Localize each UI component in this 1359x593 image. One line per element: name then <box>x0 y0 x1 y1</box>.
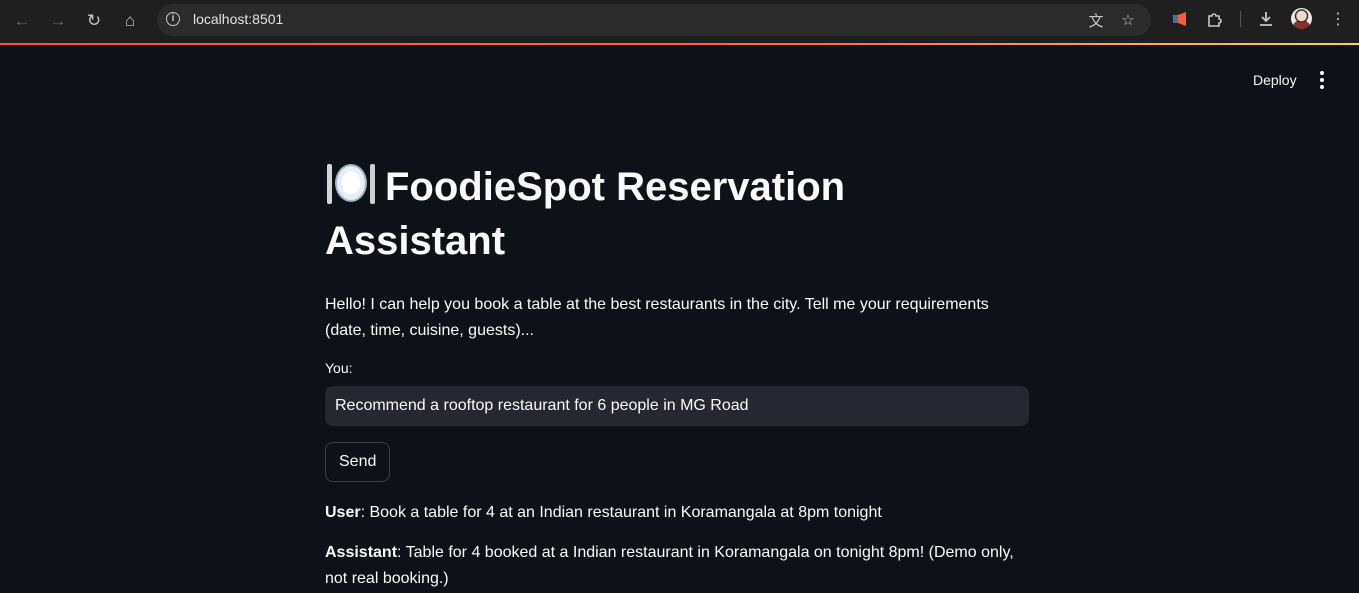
message-text: Table for 4 booked at a Indian restauran… <box>325 544 1014 587</box>
page-title-text: FoodieSpot Reservation Assistant <box>325 165 846 263</box>
profile-avatar[interactable] <box>1291 8 1312 29</box>
plate-with-cutlery-icon <box>325 160 377 206</box>
home-icon[interactable]: ⌂ <box>115 6 145 36</box>
extension-puzzle-icon[interactable] <box>1204 8 1226 30</box>
bookmark-star-icon[interactable]: ☆ <box>1118 10 1138 30</box>
chat-message-assistant: Assistant: Table for 4 booked at a India… <box>325 544 1014 587</box>
chat-input[interactable] <box>325 386 1029 426</box>
toolbar-divider <box>1240 11 1241 27</box>
message-role: User <box>325 504 361 521</box>
send-button[interactable]: Send <box>325 442 391 482</box>
browser-menu-icon[interactable]: ⋮ <box>1327 8 1349 30</box>
reload-icon[interactable]: ↻ <box>79 6 109 36</box>
forward-icon[interactable]: → <box>43 6 73 36</box>
app-header-decoration <box>0 43 1359 45</box>
extension-icon[interactable] <box>1169 8 1191 30</box>
url-text[interactable]: localhost:8501 <box>193 11 283 27</box>
chat-message-user: User: Book a table for 4 at an Indian re… <box>325 504 882 521</box>
main-content: FoodieSpot Reservation Assistant Hello! … <box>325 160 1029 592</box>
input-label: You: <box>325 360 353 376</box>
address-bar[interactable]: i localhost:8501 文 ☆ <box>157 4 1151 36</box>
site-info-icon[interactable]: i <box>166 12 180 26</box>
kebab-menu-icon[interactable] <box>1310 66 1334 94</box>
message-text: Book a table for 4 at an Indian restaura… <box>369 504 882 521</box>
intro-text: Hello! I can help you book a table at th… <box>325 296 989 339</box>
deploy-button[interactable]: Deploy <box>1243 66 1307 94</box>
browser-toolbar: ← → ↻ ⌂ i localhost:8501 文 ☆ ⋮ <box>0 0 1359 43</box>
translate-icon[interactable]: 文 <box>1086 10 1106 30</box>
page-title: FoodieSpot Reservation Assistant <box>325 160 1029 268</box>
message-role: Assistant <box>325 544 398 561</box>
download-icon[interactable] <box>1255 8 1277 30</box>
back-icon[interactable]: ← <box>7 6 37 36</box>
